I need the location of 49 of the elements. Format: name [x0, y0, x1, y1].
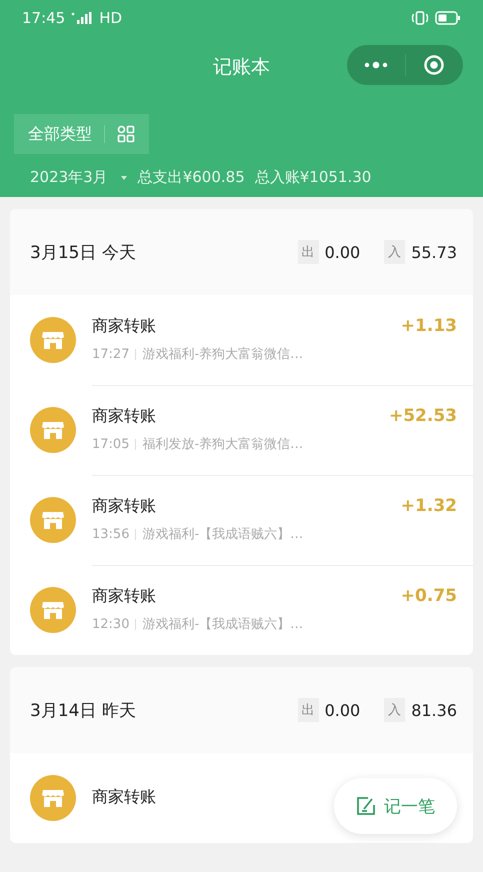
record-title: 商家转账: [92, 406, 156, 427]
day-expense: 0.00: [324, 242, 360, 262]
income-tag: 入: [384, 240, 406, 264]
shop-icon: [30, 775, 76, 821]
day-expense: 0.00: [324, 700, 360, 720]
record-note: 游戏福利-养狗大富翁微信…: [142, 346, 304, 363]
record-time: 12:30: [92, 616, 130, 632]
record-amount: +0.75: [400, 586, 457, 606]
record-title: 商家转账: [92, 586, 156, 607]
network-label: HD: [99, 9, 122, 27]
vibrate-icon: [411, 11, 429, 25]
edit-icon: [356, 796, 376, 816]
record-amount: +1.13: [400, 316, 457, 336]
day-date: 3月15日 今天: [30, 242, 136, 264]
shop-icon: [30, 497, 76, 543]
page-title: 记账本: [213, 55, 270, 80]
record-time: 17:27: [92, 346, 130, 362]
day-date: 3月14日 昨天: [30, 700, 136, 722]
shop-icon: [30, 407, 76, 453]
record-amount: +1.32: [400, 496, 457, 516]
day-income: 81.36: [411, 700, 457, 720]
record-note: 游戏福利-【我成语贼六】…: [142, 526, 304, 543]
more-icon: [362, 61, 389, 69]
signal-icon: [71, 12, 94, 24]
record-note: 游戏福利-【我成语贼六】…: [142, 616, 304, 633]
record-note: 福利发放-养狗大富翁微信…: [142, 436, 304, 453]
total-expense: 总支出¥600.85: [138, 168, 245, 187]
record-row[interactable]: 商家转账 +1.13 17:27 游戏福利-养狗大富翁微信…: [10, 295, 473, 385]
shop-icon: [30, 587, 76, 633]
expense-tag: 出: [298, 240, 319, 264]
record-row[interactable]: 商家转账 +0.75 12:30 游戏福利-【我成语贼六】…: [10, 565, 473, 655]
record-row[interactable]: 商家转账 +52.53 17:05 福利发放-养狗大富翁微信…: [10, 385, 473, 475]
record-title: 商家转账: [92, 496, 156, 517]
income-tag: 入: [384, 698, 406, 722]
shop-icon: [30, 317, 76, 363]
target-icon: [423, 54, 446, 76]
total-income: 总入账¥1051.30: [254, 168, 372, 187]
day-income: 55.73: [411, 242, 457, 262]
record-time: 17:05: [92, 436, 130, 452]
record-amount: +52.53: [388, 406, 457, 426]
expense-tag: 出: [298, 698, 319, 722]
record-time: 13:56: [92, 526, 130, 542]
grid-icon: [117, 125, 135, 143]
record-title: 商家转账: [92, 316, 156, 337]
record-title: 商家转账: [92, 787, 156, 808]
battery-icon: [435, 11, 461, 25]
status-time: 17:45: [22, 9, 66, 27]
dropdown-icon: [120, 174, 128, 180]
record-row[interactable]: 商家转账 +1.32 13:56 游戏福利-【我成语贼六】…: [10, 475, 473, 565]
